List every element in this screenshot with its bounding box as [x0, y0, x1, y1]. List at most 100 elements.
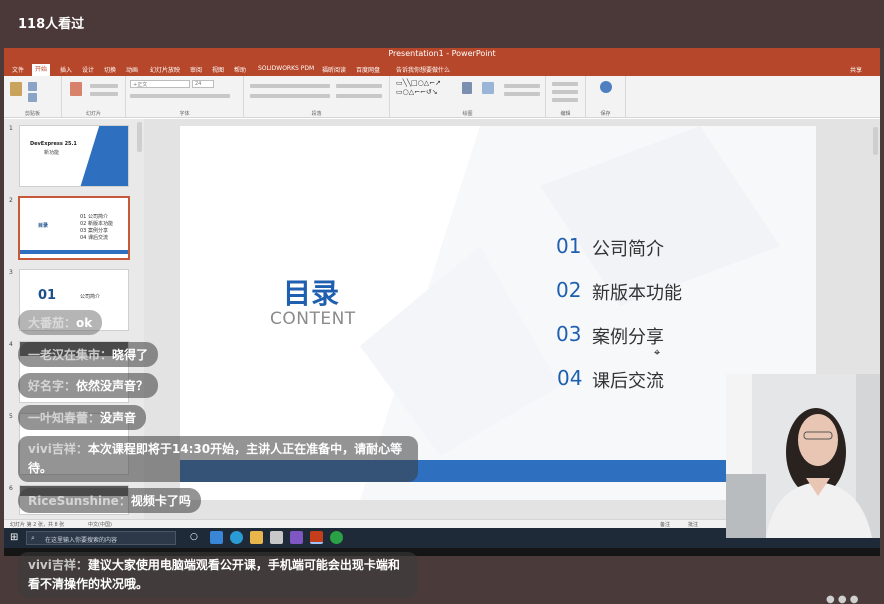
- reset-button[interactable]: [90, 92, 118, 96]
- group-label: 剪贴板: [24, 111, 40, 117]
- agenda-item: 公司简介: [592, 239, 664, 260]
- tab-slideshow[interactable]: 幻灯片放映: [150, 65, 180, 74]
- tab-foxit[interactable]: 福昕阅读: [322, 65, 346, 74]
- tab-solidworks-pdm[interactable]: SOLIDWORKS PDM: [258, 65, 314, 72]
- shapes-gallery-icon[interactable]: ▭╲╲□○△⌐↗: [396, 79, 441, 87]
- shape-outline-button[interactable]: [504, 92, 540, 96]
- tab-transitions[interactable]: 切换: [104, 65, 116, 74]
- save-to-cloud-icon[interactable]: [600, 81, 612, 93]
- search-icon: ⌕: [31, 534, 35, 542]
- edge-icon[interactable]: [230, 531, 243, 544]
- settings-icon[interactable]: [210, 531, 223, 544]
- text-direction-button[interactable]: [336, 84, 382, 88]
- comments-button[interactable]: 批注: [688, 521, 698, 528]
- slide-thumb-2[interactable]: 目录 01 公司简介 02 新版本功能 03 案例分享 04 课后交流: [19, 197, 129, 259]
- thumb-title: 01: [38, 288, 57, 303]
- comment-user: vivi吉祥：: [28, 442, 88, 456]
- thumb-band: [20, 250, 128, 254]
- tab-file[interactable]: 文件: [12, 65, 24, 74]
- new-slide-icon[interactable]: [70, 82, 82, 96]
- comment-bubble[interactable]: vivi吉祥：建议大家使用电脑端观看公开课，手机端可能会出现卡端和看不清操作的状…: [18, 552, 418, 598]
- share-button[interactable]: 共享: [850, 65, 862, 74]
- find-button[interactable]: [552, 82, 578, 86]
- comment-bubble[interactable]: 大番茄：ok: [18, 310, 103, 335]
- layout-button[interactable]: [90, 84, 118, 88]
- comment-text: 晓得了: [112, 348, 149, 362]
- tab-design[interactable]: 设计: [82, 65, 94, 74]
- comment-user: 大番茄：: [28, 316, 77, 330]
- comment-bubble[interactable]: 一老汉在集市：晓得了: [18, 342, 159, 367]
- group-label: 幻灯片: [85, 111, 101, 117]
- comment-user: RiceSunshine：: [28, 494, 131, 508]
- slide-number: 6: [9, 485, 13, 492]
- arrange-icon[interactable]: [462, 82, 472, 94]
- group-clipboard: 剪贴板: [4, 76, 62, 118]
- app-icon[interactable]: [270, 531, 283, 544]
- shape-fill-button[interactable]: [504, 84, 540, 88]
- slide-number: 2: [9, 197, 13, 204]
- comment-bubble[interactable]: vivi吉祥：本次课程即将于14:30开始，主讲人正在准备中，请耐心等待。: [18, 436, 418, 482]
- quick-styles-icon[interactable]: [482, 82, 494, 94]
- group-paragraph: 段落: [244, 76, 390, 118]
- file-explorer-icon[interactable]: [250, 531, 263, 544]
- tab-home[interactable]: 开始: [32, 64, 51, 76]
- visual-studio-icon[interactable]: [290, 531, 303, 544]
- canvas-scrollbar[interactable]: [873, 127, 878, 155]
- comment-text: 依然没声音？: [76, 379, 149, 393]
- list-buttons[interactable]: [250, 84, 330, 88]
- thumb-decor: [80, 126, 128, 186]
- viewer-count: 118人看过: [18, 17, 85, 32]
- shapes-gallery-icon[interactable]: ▭○△⌐⌐↺↘: [396, 88, 438, 96]
- windows-start-icon[interactable]: ⊞: [10, 532, 18, 543]
- copy-icon[interactable]: [28, 93, 37, 102]
- comment-bubble[interactable]: 好名字：依然没声音？: [18, 373, 159, 398]
- agenda-number: 02: [556, 278, 582, 302]
- presenter-webcam: [726, 374, 880, 538]
- tab-help[interactable]: 帮助: [234, 65, 246, 74]
- comment-text: 没声音: [100, 411, 137, 425]
- taskbar-search[interactable]: ⌕ 在这里输入你要搜索的内容: [26, 531, 176, 545]
- task-view-icon[interactable]: ○: [190, 532, 198, 542]
- tell-me-search[interactable]: 告诉我你想要做什么: [396, 65, 450, 74]
- cut-icon[interactable]: [28, 82, 37, 91]
- comment-text: ok: [76, 316, 93, 330]
- thumb-scrollbar[interactable]: [137, 122, 142, 152]
- tab-view[interactable]: 视图: [212, 65, 224, 74]
- powerpoint-icon[interactable]: [310, 531, 323, 544]
- comment-bubble[interactable]: RiceSunshine：视频卡了吗: [18, 488, 201, 513]
- paste-icon[interactable]: [10, 82, 22, 96]
- mouse-cursor-icon: ⌖: [654, 346, 661, 359]
- slide-title: 目录: [283, 277, 340, 310]
- tab-animations[interactable]: 动画: [126, 65, 138, 74]
- thumb-subtitle: 新功能: [44, 150, 60, 156]
- language-indicator: 中文(中国): [88, 522, 112, 528]
- slide-counter: 幻灯片 第 2 张，共 8 张: [10, 522, 65, 528]
- smartart-button[interactable]: [336, 94, 382, 98]
- agenda-item: 新版本功能: [592, 283, 682, 304]
- search-placeholder: 在这里输入你要搜索的内容: [45, 537, 118, 544]
- font-size-select[interactable]: 24: [192, 80, 214, 88]
- group-label: 段落: [311, 111, 322, 117]
- font-name-select[interactable]: +正文: [130, 80, 190, 88]
- thumb-title: 目录: [38, 223, 49, 229]
- wechat-icon[interactable]: [330, 531, 343, 544]
- group-slides: 幻灯片: [62, 76, 126, 118]
- tab-baidu[interactable]: 百度网盘: [356, 65, 380, 74]
- thumb-item: 01 公司简介: [80, 214, 108, 220]
- group-drawing: ▭╲╲□○△⌐↗ ▭○△⌐⌐↺↘ 绘图: [390, 76, 546, 118]
- group-font: +正文 24 字体: [126, 76, 244, 118]
- notes-button[interactable]: 备注: [660, 521, 670, 528]
- comment-bubble[interactable]: 一叶知春蕾：没声音: [18, 405, 147, 430]
- comment-user: vivi吉祥：: [28, 558, 88, 572]
- align-buttons[interactable]: [250, 94, 330, 98]
- replace-button[interactable]: [552, 90, 578, 94]
- window-title: Presentation1 - PowerPoint: [388, 49, 496, 58]
- slide-thumb-1[interactable]: DevExpress 25.1 新功能: [19, 125, 129, 187]
- font-format-buttons[interactable]: [130, 94, 230, 98]
- select-button[interactable]: [552, 98, 578, 102]
- slide-number: 4: [9, 341, 13, 348]
- tab-review[interactable]: 审阅: [190, 65, 202, 74]
- tab-insert[interactable]: 插入: [60, 65, 72, 74]
- slide-number: 5: [9, 413, 13, 420]
- thumb-item: 02 新版本功能: [80, 221, 113, 227]
